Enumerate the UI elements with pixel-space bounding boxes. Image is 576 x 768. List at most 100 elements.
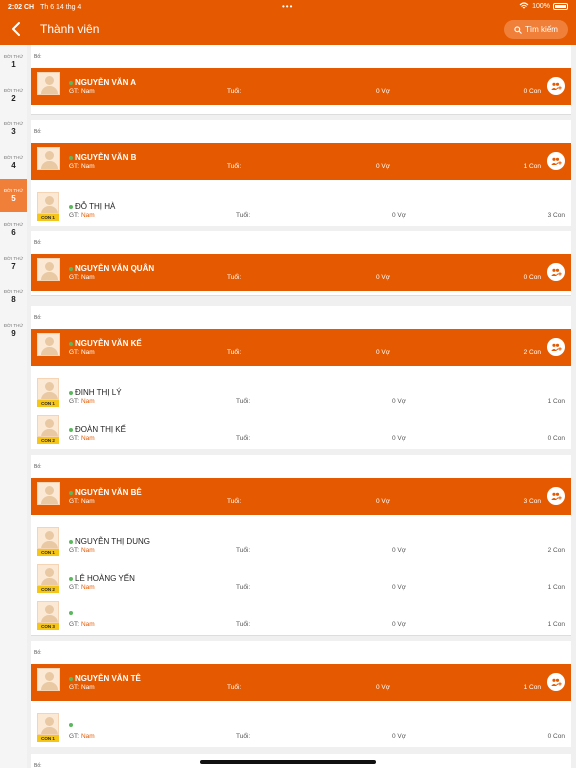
generation-tab-7[interactable]: ĐỜI THỨ 7 [0, 247, 27, 280]
search-button-label: Tìm kiếm [525, 25, 558, 34]
child-name: LÊ HOÀNG YẾN [69, 574, 135, 583]
child-count: 0 Con [547, 435, 565, 442]
wife-count: 0 Vợ [376, 88, 391, 95]
gender-label: GT: [69, 88, 80, 95]
generation-tab-4[interactable]: ĐỜI THỨ 4 [0, 146, 27, 179]
online-dot-icon [69, 427, 73, 432]
gender-value: Nam [80, 584, 95, 591]
generation-tab-5[interactable]: ĐỜI THỨ 5 [0, 179, 27, 213]
add-member-button[interactable] [547, 338, 565, 356]
generation-tab-number: 1 [11, 60, 16, 69]
age-label: Tuổi: [236, 435, 251, 442]
gender-label: GT: [69, 498, 80, 505]
generation-tab-number: 9 [11, 328, 16, 338]
child-count: 2 Con [547, 547, 565, 554]
generation-tab-label: ĐỜI THỨ [3, 121, 24, 127]
gender-info: GT: Nam [69, 274, 95, 281]
online-dot-icon [69, 539, 73, 544]
child-row[interactable]: CON 3 GT: Nam Tuổi: 0 Vợ 1 Con [31, 598, 571, 635]
avatar [37, 482, 60, 505]
child-row[interactable]: CON 1 NGUYỄN THỊ DUNG GT: Nam Tuổi: 0 Vợ 2 Co… [31, 524, 571, 561]
child-row[interactable]: CON 1 GT: Nam Tuổi: 0 Vợ 0 Con [31, 710, 571, 747]
parent-row[interactable]: NGUYỄN VĂN KẾ GT: Nam Tuổi: 0 Vợ 2 Con [31, 329, 571, 366]
add-member-button[interactable] [547, 263, 565, 281]
father-label: Bố: [34, 240, 42, 246]
child-order-badge: CON 3 [37, 623, 59, 630]
add-member-button[interactable] [547, 77, 565, 95]
child-order-badge: CON 1 [37, 735, 59, 742]
gender-info: GT: Nam [69, 163, 95, 170]
gender-info: GT: Nam [69, 435, 95, 442]
online-dot-icon [69, 155, 73, 160]
parent-name: NGUYỄN VĂN TÊ [69, 674, 141, 683]
gender-label: GT: [69, 621, 80, 628]
wife-count: 0 Vợ [392, 547, 407, 554]
age-label: Tuổi: [227, 274, 242, 281]
add-user-icon [550, 82, 562, 90]
parent-row[interactable]: NGUYỄN VĂN A GT: Nam Tuổi: 0 Vợ 0 Con [31, 68, 571, 105]
father-label: Bố: [34, 763, 42, 768]
child-row[interactable]: CON 1 ĐINH THỊ LÝ GT: Nam Tuổi: 0 Vợ 1 Con [31, 375, 571, 412]
parent-name: NGUYỄN VĂN A [69, 78, 136, 87]
gender-value: Nam [80, 274, 95, 281]
search-button[interactable]: Tìm kiếm [504, 20, 568, 39]
gender-label: GT: [69, 684, 80, 691]
child-count: 2 Con [523, 349, 541, 356]
generation-tab-label: ĐỜI THỨ [3, 222, 24, 227]
parent-row[interactable]: NGUYỄN VĂN B GT: Nam Tuổi: 0 Vợ 1 Con [31, 143, 571, 180]
child-order-badge: CON 2 [37, 437, 59, 444]
generation-tab-9[interactable]: ĐỜI THỨ 9 [0, 314, 27, 347]
parent-name-text: NGUYỄN VĂN TÊ [75, 674, 141, 683]
child-row[interactable]: CON 2 ĐOÀN THỊ KẾ GT: Nam Tuổi: 0 Vợ 0 Con [31, 412, 571, 449]
add-member-button[interactable] [547, 152, 565, 170]
generation-tab-6[interactable]: ĐỜI THỨ 6 [0, 213, 27, 246]
child-order-badge: CON 2 [37, 586, 59, 593]
parent-row[interactable]: NGUYỄN VĂN QUÂN GT: Nam Tuổi: 0 Vợ 0 Con [31, 254, 571, 291]
gender-value: Nam [80, 684, 95, 691]
avatar [37, 668, 60, 691]
back-button[interactable] [8, 19, 26, 39]
child-name-text: ĐOÀN THỊ KẾ [75, 425, 126, 434]
generation-tab-1[interactable]: ĐỜI THỨ 1 [0, 45, 27, 78]
child-count: 0 Con [523, 88, 541, 95]
online-dot-icon [69, 204, 73, 209]
generation-tab-number: 5 [11, 194, 16, 204]
child-count: 0 Con [547, 733, 565, 740]
generation-tab-8[interactable]: ĐỜI THỨ 8 [0, 280, 27, 313]
child-name-text: LÊ HOÀNG YẾN [75, 574, 135, 583]
add-member-button[interactable] [547, 487, 565, 505]
child-name: NGUYỄN THỊ DUNG [69, 537, 150, 546]
child-order-badge: CON 1 [37, 214, 59, 221]
parent-name-text: NGUYỄN VĂN A [75, 78, 137, 87]
generation-tab-2[interactable]: ĐỜI THỨ 2 [0, 79, 27, 112]
child-row[interactable]: CON 1 ĐỖ THỊ HÀ GT: Nam Tuổi: 0 Vợ 3 Con [31, 189, 571, 226]
father-label: Bố: [34, 650, 42, 656]
parent-row[interactable]: NGUYỄN VĂN TÊ GT: Nam Tuổi: 0 Vợ 1 Con [31, 664, 571, 701]
parent-row[interactable]: NGUYỄN VĂN BÊ GT: Nam Tuổi: 0 Vợ 3 Con [31, 478, 571, 515]
generation-tab-3[interactable]: ĐỜI THỨ 3 [0, 112, 27, 145]
child-row[interactable]: CON 2 LÊ HOÀNG YẾN GT: Nam Tuổi: 0 Vợ 1 Con [31, 561, 571, 598]
add-member-button[interactable] [547, 673, 565, 691]
age-label: Tuổi: [227, 684, 242, 691]
age-label: Tuổi: [236, 398, 251, 405]
father-label: Bố: [34, 315, 42, 321]
parent-name-text: NGUYỄN VĂN BÊ [75, 488, 142, 497]
age-label: Tuổi: [227, 163, 242, 170]
gender-value: Nam [80, 349, 95, 356]
add-user-icon [550, 343, 562, 351]
gender-info: GT: Nam [69, 349, 95, 356]
child-name [69, 611, 75, 615]
member-list: Bố: NGUYỄN VĂN A GT: Nam Tuổi: 0 Vợ 0 Con Bố: N… [31, 45, 571, 768]
family-card: Bố: NGUYỄN VĂN BÊ GT: Nam Tuổi: 0 Vợ 3 Con CON… [31, 455, 571, 636]
child-name-text: ĐỖ THỊ HÀ [75, 202, 116, 211]
family-card: Bố: NGUYỄN VĂN TÊ GT: Nam Tuổi: 0 Vợ 1 Con CON… [31, 641, 571, 747]
age-label: Tuổi: [227, 88, 242, 95]
family-card: Bố: NGUYỄN VĂN A GT: Nam Tuổi: 0 Vợ 0 Con [31, 45, 571, 115]
parent-name: NGUYỄN VĂN BÊ [69, 488, 142, 497]
gender-info: GT: Nam [69, 621, 95, 628]
online-dot-icon [69, 611, 73, 615]
gender-info: GT: Nam [69, 584, 95, 591]
family-card: Bố: NGUYỄN VĂN QUÂN GT: Nam Tuổi: 0 Vợ 0 Con [31, 231, 571, 296]
online-dot-icon [69, 576, 73, 581]
generation-tab-number: 6 [11, 228, 16, 237]
